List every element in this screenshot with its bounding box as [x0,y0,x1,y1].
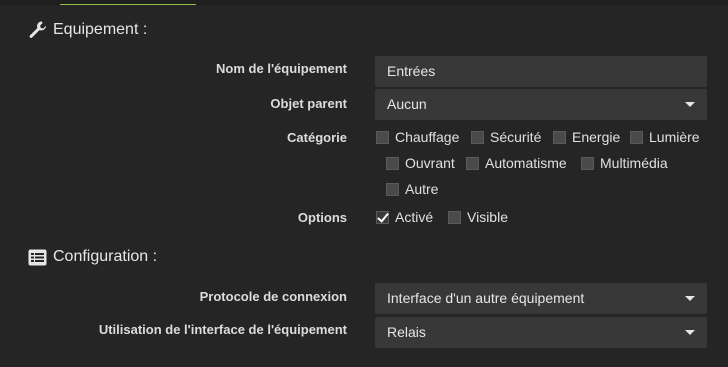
category-label-automatisme: Automatisme [485,155,567,171]
name-label: Nom de l'équipement [216,61,347,76]
chevron-down-icon [685,102,695,107]
checkbox-box-checked[interactable] [376,210,389,224]
checkbox-box[interactable] [630,130,643,144]
options-label: Options [297,210,347,225]
list-icon [28,249,47,266]
top-tab-bar [0,0,728,5]
checkbox-box[interactable] [471,130,484,144]
checkbox-box[interactable] [376,130,389,144]
chevron-down-icon [685,330,695,335]
parent-label: Objet parent [270,96,347,111]
protocol-select[interactable]: Interface d'un autre équipement [375,283,707,314]
category-label-lumiere: Lumière [649,129,700,145]
category-label-securite: Sécurité [490,129,542,145]
category-label-autre: Autre [405,181,439,197]
category-label-energie: Energie [572,129,621,145]
option-checkbox-visible[interactable]: Visible [448,209,508,225]
checkbox-box[interactable] [553,130,566,144]
option-label-visible: Visible [467,209,508,225]
checkbox-box[interactable] [386,182,399,196]
chevron-down-icon [685,296,695,301]
protocol-label: Protocole de connexion [199,289,347,304]
category-checkbox-securite[interactable]: Sécurité [471,129,541,145]
interface-select-value: Relais [387,324,426,340]
category-checkbox-autre[interactable]: Autre [386,181,438,197]
checkbox-box[interactable] [386,156,399,170]
category-label-multimedia: Multimédia [600,155,668,171]
category-checkbox-energie[interactable]: Energie [553,129,620,145]
name-input[interactable]: Entrées [375,56,707,87]
checkbox-box[interactable] [581,156,594,170]
category-checkbox-multimedia[interactable]: Multimédia [581,155,668,171]
wrench-icon [28,20,47,39]
category-checkbox-chauffage[interactable]: Chauffage [376,129,459,145]
checkbox-box[interactable] [448,210,461,224]
category-label-chauffage: Chauffage [395,129,460,145]
parent-select[interactable]: Aucun [375,89,707,120]
category-label: Catégorie [287,130,347,145]
protocol-select-value: Interface d'un autre équipement [387,290,585,306]
interface-select[interactable]: Relais [375,317,707,348]
option-checkbox-active[interactable]: Activé [376,209,433,225]
name-input-value: Entrées [387,63,436,79]
interface-label: Utilisation de l'interface de l'équipeme… [98,322,347,337]
category-checkbox-lumiere[interactable]: Lumière [630,129,700,145]
category-checkbox-ouvrant[interactable]: Ouvrant [386,155,455,171]
configuration-section-title: Configuration : [28,248,157,266]
option-label-active: Activé [395,209,434,225]
checkbox-box[interactable] [466,156,479,170]
active-tab-indicator [60,4,196,5]
configuration-title-text: Configuration : [53,248,158,265]
equipement-section-title: Equipement : [28,20,147,39]
category-checkbox-automatisme[interactable]: Automatisme [466,155,567,171]
category-label-ouvrant: Ouvrant [405,155,455,171]
equipement-title-text: Equipement : [53,20,148,38]
parent-select-value: Aucun [387,96,427,112]
